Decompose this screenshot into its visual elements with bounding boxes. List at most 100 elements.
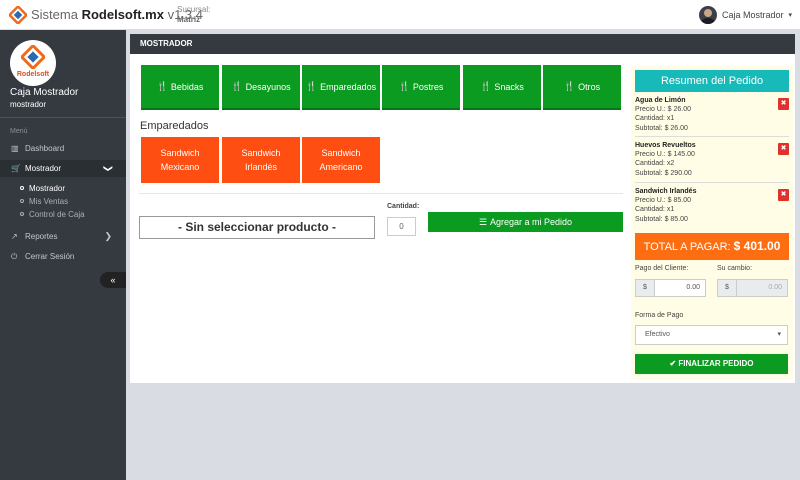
order-item-name: Sandwich Irlandés — [635, 188, 697, 195]
total-value: $ 401.00 — [733, 239, 781, 253]
sidebar-item-label: Mostrador — [25, 164, 62, 173]
add-to-order-label: Agregar a mi Pedido — [490, 217, 573, 227]
chevron-down-icon: ▾ — [788, 12, 792, 19]
sidebar-item-label: Dashboard — [25, 144, 65, 153]
dashboard-icon: ▥ — [11, 144, 19, 153]
sidebar-subitem-label: Mostrador — [29, 184, 66, 193]
change-label: Su cambio: — [717, 265, 753, 272]
change-field: $ 0.00 — [717, 279, 788, 297]
order-item-name: Agua de Limón — [635, 97, 686, 104]
delete-item-button[interactable]: ✖ — [778, 189, 789, 201]
sidebar-item-label: Reportes — [25, 232, 58, 241]
quantity-input[interactable]: 0 — [387, 217, 416, 236]
circle-icon — [20, 212, 24, 216]
card-title: MOSTRADOR — [130, 34, 795, 54]
divider — [635, 136, 789, 137]
order-item-subtotal: Subtotal: $ 290.00 — [635, 169, 692, 177]
order-item-price: Precio U.: $ 85.00 — [635, 197, 692, 205]
finish-order-label: FINALIZAR PEDIDO — [678, 359, 754, 368]
category-button-desayunos[interactable]: 🍴 Desayunos — [222, 65, 300, 110]
rodelsoft-logo-icon — [9, 6, 27, 24]
utensils-icon: 🍴 — [305, 81, 318, 91]
rodelsoft-logo-icon — [21, 45, 45, 69]
payment-label: Pago del Cliente: — [635, 265, 689, 272]
category-button-snacks[interactable]: 🍴 Snacks — [463, 65, 541, 110]
sidebar: Rodelsoft Caja Mostrador mostrador Menú … — [0, 30, 126, 480]
category-label: Emparedados — [320, 81, 377, 92]
section-title: Emparedados — [140, 120, 209, 132]
category-button-postres[interactable]: 🍴 Postres — [382, 65, 460, 110]
currency-addon: $ — [636, 280, 655, 296]
sidebar-item-mostrador[interactable]: 🛒 Mostrador ❯ — [0, 160, 126, 177]
branch-info: Sucursal: Matriz — [177, 5, 210, 25]
product-button-sandwich-mexicano[interactable]: Sandwich Mexicano — [141, 137, 219, 183]
circle-icon — [20, 186, 24, 190]
category-button-otros[interactable]: 🍴 Otros — [543, 65, 621, 110]
payment-value: 0.00 — [686, 284, 700, 291]
order-item: Huevos Revueltos Precio U.: $ 145.00 Can… — [635, 141, 789, 178]
delete-item-button[interactable]: ✖ — [778, 143, 789, 155]
order-item-subtotal: Subtotal: $ 26.00 — [635, 124, 688, 132]
add-to-order-button[interactable]: ☰ Agregar a mi Pedido — [428, 212, 623, 232]
sidebar-item-label: Cerrar Sesión — [25, 252, 75, 261]
circle-icon — [20, 199, 24, 203]
order-item-name: Huevos Revueltos — [635, 142, 696, 149]
product-button-sandwich-americano[interactable]: Sandwich Americano — [302, 137, 380, 183]
order-summary-title: Resumen del Pedido — [635, 70, 789, 92]
chevron-down-icon: ▾ — [777, 331, 781, 338]
brand-logo: Rodelsoft — [10, 40, 56, 86]
brand-logo-text: Rodelsoft — [16, 71, 50, 78]
sidebar-collapse-button[interactable]: « — [100, 272, 126, 288]
top-navbar: Sistema Rodelsoft.mx v1.3.4 Sucursal: Ma… — [0, 0, 800, 30]
category-label: Otros — [578, 81, 601, 92]
utensils-icon: 🍴 — [156, 81, 168, 91]
payment-method-label: Forma de Pago — [635, 312, 684, 319]
category-label: Bebidas — [170, 81, 204, 92]
payment-input[interactable]: $ 0.00 — [635, 279, 706, 297]
sidebar-item-dashboard[interactable]: ▥ Dashboard — [0, 140, 126, 157]
utensils-icon: 🍴 — [398, 81, 410, 91]
order-item-quantity: Cantidad: x1 — [635, 115, 675, 123]
sidebar-subitem-label: Mis Ventas — [29, 197, 69, 206]
branch-label: Sucursal: — [177, 5, 211, 14]
sidebar-subitem-control-de-caja[interactable]: Control de Caja — [20, 210, 85, 219]
category-label: Postres — [412, 81, 444, 92]
sidebar-user-name: Caja Mostrador — [10, 87, 79, 98]
category-label: Desayunos — [245, 81, 291, 92]
user-menu[interactable]: Caja Mostrador ▾ — [698, 5, 792, 25]
sidebar-divider — [0, 117, 126, 118]
utensils-icon: 🍴 — [231, 81, 243, 91]
delete-item-button[interactable]: ✖ — [778, 98, 789, 110]
order-item-price: Precio U.: $ 145.00 — [635, 151, 695, 159]
sidebar-item-cerrar-sesion[interactable]: ⏻ Cerrar Sesión — [0, 248, 126, 265]
order-item: Sandwich Irlandés Precio U.: $ 85.00 Can… — [635, 187, 789, 224]
cart-icon: 🛒 — [11, 164, 21, 173]
divider — [139, 193, 623, 194]
sidebar-subitem-label: Control de Caja — [29, 210, 85, 219]
divider — [635, 182, 789, 183]
branch-value: Matriz — [177, 15, 201, 24]
check-icon: ✔ — [669, 359, 677, 368]
user-menu-name: Caja Mostrador — [721, 10, 784, 20]
total-label: TOTAL A PAGAR: — [643, 241, 731, 253]
product-button-sandwich-irlandes[interactable]: Sandwich Irlandés — [222, 137, 300, 183]
payment-method-select[interactable]: Efectivo ▾ — [635, 325, 788, 345]
sidebar-menu-header: Menú — [10, 128, 28, 135]
category-label: Snacks — [494, 81, 524, 92]
avatar — [698, 6, 717, 24]
utensils-icon: 🍴 — [563, 81, 576, 91]
order-item-price: Precio U.: $ 26.00 — [635, 106, 692, 114]
category-button-bebidas[interactable]: 🍴 Bebidas — [141, 65, 219, 110]
sidebar-subitem-mostrador[interactable]: Mostrador — [20, 184, 65, 193]
total-to-pay: TOTAL A PAGAR: $ 401.00 — [635, 233, 789, 260]
quantity-label: Cantidad: — [387, 203, 420, 210]
app-title-prefix: Sistema — [31, 7, 78, 22]
utensils-icon: 🍴 — [480, 81, 492, 91]
sidebar-item-reportes[interactable]: ↗ Reportes ❯ — [0, 228, 126, 245]
finish-order-button[interactable]: ✔ FINALIZAR PEDIDO — [635, 354, 788, 374]
category-button-emparedados[interactable]: 🍴 Emparedados — [302, 65, 380, 110]
chevron-right-icon: ❯ — [104, 231, 112, 241]
chart-line-icon: ↗ — [11, 232, 18, 241]
sidebar-subitem-mis-ventas[interactable]: Mis Ventas — [20, 197, 68, 206]
order-item-quantity: Cantidad: x1 — [635, 206, 675, 214]
